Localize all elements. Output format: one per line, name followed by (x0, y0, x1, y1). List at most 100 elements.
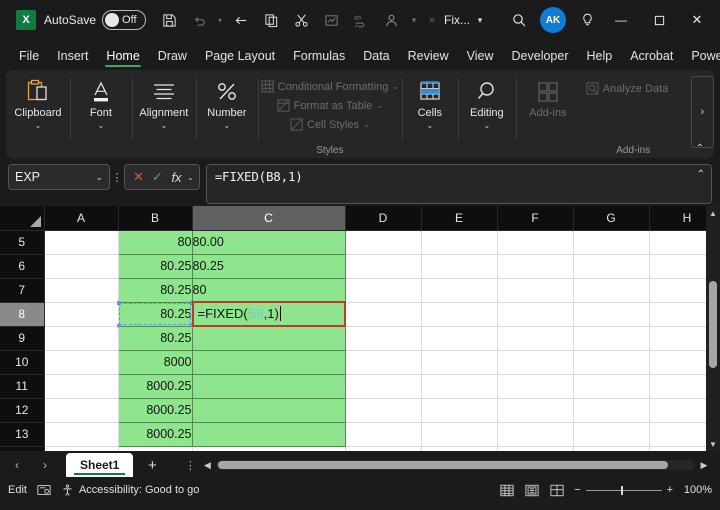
cell-g10[interactable] (573, 350, 650, 375)
cell-e10[interactable] (421, 350, 498, 375)
row-header-5[interactable]: 5 (0, 230, 45, 255)
cell-d14[interactable] (345, 446, 422, 451)
select-all-corner[interactable] (0, 206, 45, 231)
format-as-table-button[interactable]: Format as Table ⌄ (277, 96, 383, 115)
cell-e11[interactable] (421, 374, 498, 399)
autosave-toggle[interactable]: Off (102, 10, 147, 30)
row-header-11[interactable]: 11 (0, 374, 45, 399)
copy-icon[interactable] (256, 6, 286, 34)
zoom-level[interactable]: 100% (682, 484, 712, 496)
arrow-left-icon[interactable] (226, 6, 256, 34)
maximize-button[interactable] (640, 0, 678, 40)
cell-e7[interactable] (421, 278, 498, 303)
cell-c11[interactable] (192, 374, 346, 399)
qat-more-icon[interactable]: ▾ (406, 6, 422, 34)
cell-d7[interactable] (345, 278, 422, 303)
clipboard-button[interactable]: Clipboard ⌄ (7, 76, 69, 130)
cell-g12[interactable] (573, 398, 650, 423)
tab-acrobat[interactable]: Acrobat (621, 47, 682, 68)
zoom-slider[interactable]: − + (574, 484, 673, 496)
ribbon-collapse-button[interactable]: ⌃ (690, 140, 710, 156)
editing-chevron-down-icon[interactable]: ⌄ (483, 121, 490, 130)
qat-overflow-icon[interactable]: » (422, 6, 442, 34)
cell-c12[interactable] (192, 398, 346, 423)
clipboard-chevron-down-icon[interactable]: ⌄ (35, 121, 42, 130)
file-name-chevron-down-icon[interactable]: ▾ (472, 6, 488, 34)
file-name-label[interactable]: Fix... (442, 13, 472, 27)
tab-draw[interactable]: Draw (149, 47, 196, 68)
chart-icon[interactable] (316, 6, 346, 34)
record-macro-icon[interactable] (37, 484, 51, 496)
sheet-tab-more-icon[interactable]: ⋮ (183, 459, 197, 472)
row-header-12[interactable]: 12 (0, 398, 45, 423)
tab-home[interactable]: Home (97, 47, 148, 68)
minimize-button[interactable]: — (602, 0, 640, 40)
cell-a14[interactable] (44, 446, 119, 451)
horizontal-scroll-thumb[interactable] (218, 461, 669, 469)
cell-e5[interactable] (421, 230, 498, 255)
vertical-scroll-track[interactable] (706, 220, 720, 437)
cell-d12[interactable] (345, 398, 422, 423)
cell-f8[interactable] (497, 302, 574, 327)
row-header-8[interactable]: 8 (0, 302, 45, 327)
row-header-9[interactable]: 9 (0, 326, 45, 351)
cell-f7[interactable] (497, 278, 574, 303)
cell-a9[interactable] (44, 326, 119, 351)
row-header-14[interactable]: 14 (0, 446, 45, 451)
scroll-right-arrow-icon[interactable]: ▶ (698, 460, 710, 471)
cell-g9[interactable] (573, 326, 650, 351)
name-box[interactable]: EXP ⌄ (8, 164, 110, 190)
cancel-icon[interactable]: ✕ (130, 169, 147, 185)
editing-button[interactable]: Editing ⌄ (456, 76, 518, 130)
lightbulb-icon[interactable] (572, 6, 602, 34)
cell-e13[interactable] (421, 422, 498, 447)
cell-b10[interactable]: 8000 (118, 350, 193, 375)
vertical-scroll-thumb[interactable] (709, 280, 717, 368)
cell-e6[interactable] (421, 254, 498, 279)
tab-help[interactable]: Help (578, 47, 622, 68)
cell-f11[interactable] (497, 374, 574, 399)
cells-chevron-down-icon[interactable]: ⌄ (426, 121, 433, 130)
cell-e9[interactable] (421, 326, 498, 351)
page-break-view-button[interactable] (549, 483, 565, 497)
enter-icon[interactable]: ✓ (149, 169, 166, 185)
tab-insert[interactable]: Insert (48, 47, 97, 68)
tab-data[interactable]: Data (354, 47, 398, 68)
tab-review[interactable]: Review (399, 47, 458, 68)
name-box-chevron-down-icon[interactable]: ⌄ (95, 172, 103, 183)
page-layout-view-button[interactable] (524, 483, 540, 497)
cell-f5[interactable] (497, 230, 574, 255)
add-sheet-button[interactable]: + (135, 453, 169, 477)
row-header-13[interactable]: 13 (0, 422, 45, 447)
zoom-in-button[interactable]: + (667, 484, 673, 496)
font-chevron-down-icon[interactable]: ⌄ (98, 121, 105, 130)
cell-g8[interactable] (573, 302, 650, 327)
cell-c8[interactable]: =FIXED(B8,1) (191, 300, 346, 327)
tab-formulas[interactable]: Formulas (284, 47, 354, 68)
cell-f12[interactable] (497, 398, 574, 423)
cell-b13[interactable]: 8000.25 (118, 422, 193, 447)
conditional-formatting-button[interactable]: Conditional Formatting ⌄ (261, 77, 399, 96)
cell-g6[interactable] (573, 254, 650, 279)
cell-a8[interactable] (44, 302, 119, 327)
font-button[interactable]: Font ⌄ (70, 76, 132, 130)
cell-b11[interactable]: 8000.25 (118, 374, 193, 399)
vertical-scrollbar[interactable]: ▲ ▼ (706, 206, 720, 451)
column-header-g[interactable]: G (573, 206, 650, 231)
formula-bar-expand-chevron-up-icon[interactable]: ⌃ (697, 169, 705, 180)
cell-d10[interactable] (345, 350, 422, 375)
cell-d6[interactable] (345, 254, 422, 279)
cell-d5[interactable] (345, 230, 422, 255)
horizontal-scroll-track[interactable] (216, 460, 695, 470)
undo-icon[interactable] (184, 6, 214, 34)
tab-power-pivot[interactable]: Power Pivot (682, 47, 720, 68)
column-header-d[interactable]: D (345, 206, 422, 231)
cell-d9[interactable] (345, 326, 422, 351)
cell-c14[interactable] (192, 446, 346, 451)
formula-input[interactable]: =FIXED(B8,1) ⌃ (205, 164, 712, 204)
cell-g11[interactable] (573, 374, 650, 399)
cell-a13[interactable] (44, 422, 119, 447)
cells-button[interactable]: Cells ⌄ (399, 76, 461, 130)
tab-view[interactable]: View (458, 47, 503, 68)
alignment-chevron-down-icon[interactable]: ⌄ (161, 121, 168, 130)
